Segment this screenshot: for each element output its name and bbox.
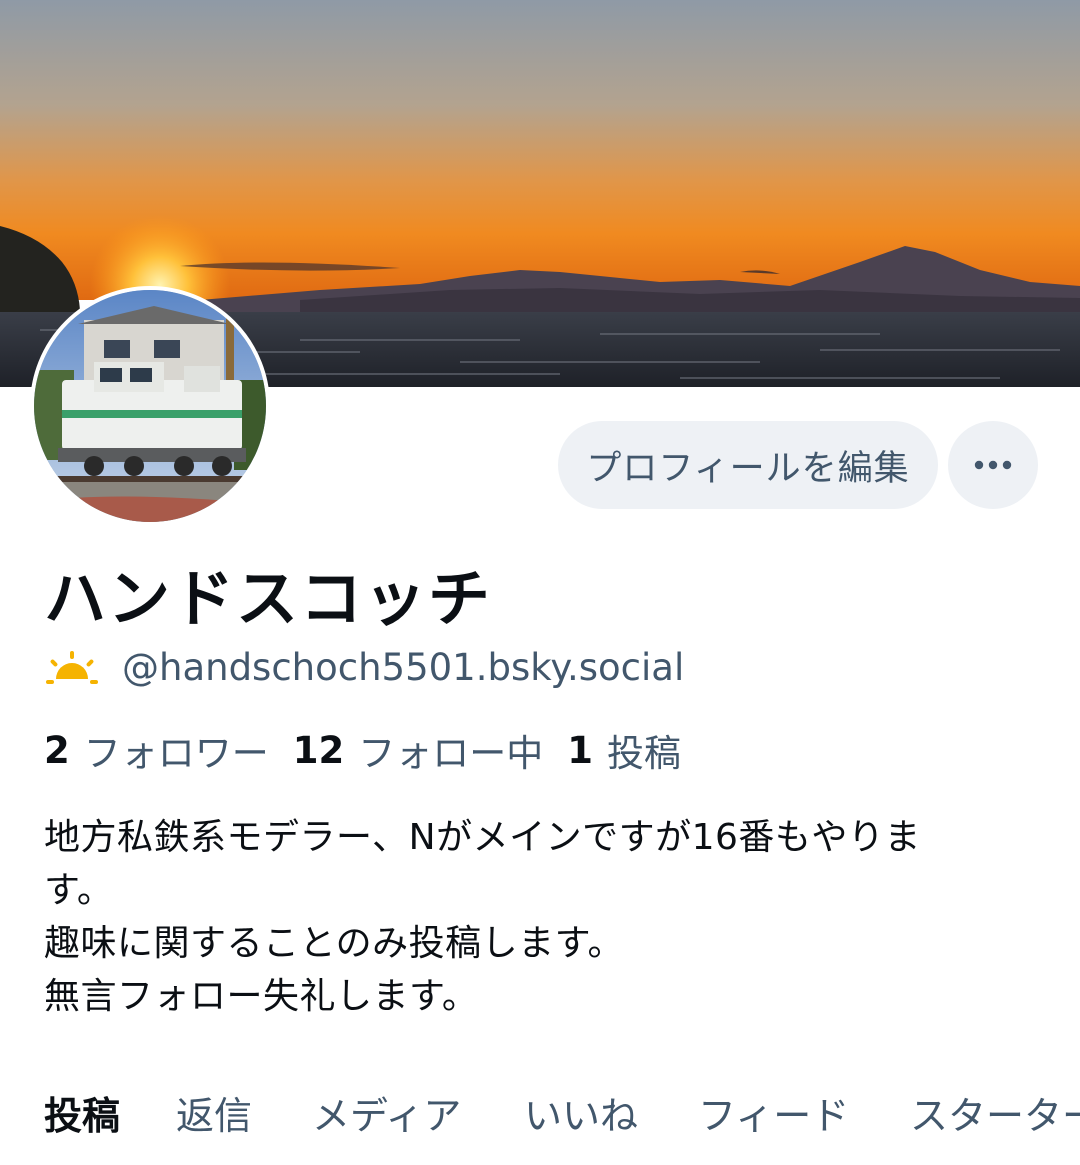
tab-starter-packs[interactable]: スターターパック xyxy=(910,1085,1080,1140)
following-label: フォロー中 xyxy=(358,732,544,775)
profile-page: プロフィールを編集 ハンドスコッチ @handschoch5501.bsky.s… xyxy=(0,0,1080,1165)
tab-feeds[interactable]: フィード xyxy=(698,1085,849,1140)
profile-avatar[interactable] xyxy=(30,286,270,526)
following-stat[interactable]: 12 フォロー中 xyxy=(293,723,544,777)
edit-profile-button[interactable]: プロフィールを編集 xyxy=(558,421,938,509)
tab-likes[interactable]: いいね xyxy=(524,1085,638,1140)
tab-replies[interactable]: 返信 xyxy=(176,1085,252,1140)
following-count: 12 xyxy=(292,728,345,772)
more-options-button[interactable] xyxy=(948,421,1038,509)
profile-handle-row: @handschoch5501.bsky.social xyxy=(44,642,684,692)
followers-label: フォロワー xyxy=(83,732,269,775)
more-options-icon xyxy=(974,460,1012,470)
followers-stat[interactable]: 2 フォロワー xyxy=(44,723,269,777)
posts-count: 1 xyxy=(567,728,593,772)
avatar-rail-vehicle-illustration xyxy=(34,290,266,522)
followers-count: 2 xyxy=(44,728,70,772)
profile-stats: 2 フォロワー 12 フォロー中 1 投稿 xyxy=(44,723,705,777)
profile-bio: 地方私鉄系モデラー、Nがメインですが16番もやりま す。 趣味に関することのみ投… xyxy=(44,811,1044,1023)
posts-label: 投稿 xyxy=(607,732,681,775)
bio-line: 趣味に関することのみ投稿します。 xyxy=(44,923,625,964)
bio-line: す。 xyxy=(44,870,114,911)
bio-line: 地方私鉄系モデラー、Nがメインですが16番もやりま xyxy=(44,817,921,858)
sunrise-icon xyxy=(46,651,98,684)
posts-stat: 1 投稿 xyxy=(567,723,681,777)
profile-handle: @handschoch5501.bsky.social xyxy=(122,645,685,689)
tab-media[interactable]: メディア xyxy=(312,1085,461,1140)
profile-tabs: 投稿 返信 メディア いいね フィード スターターパック xyxy=(0,1085,1080,1165)
bio-line: 無言フォロー失礼します。 xyxy=(44,976,479,1017)
tab-posts[interactable]: 投稿 xyxy=(44,1085,120,1140)
profile-display-name: ハンドスコッチ xyxy=(44,562,493,635)
